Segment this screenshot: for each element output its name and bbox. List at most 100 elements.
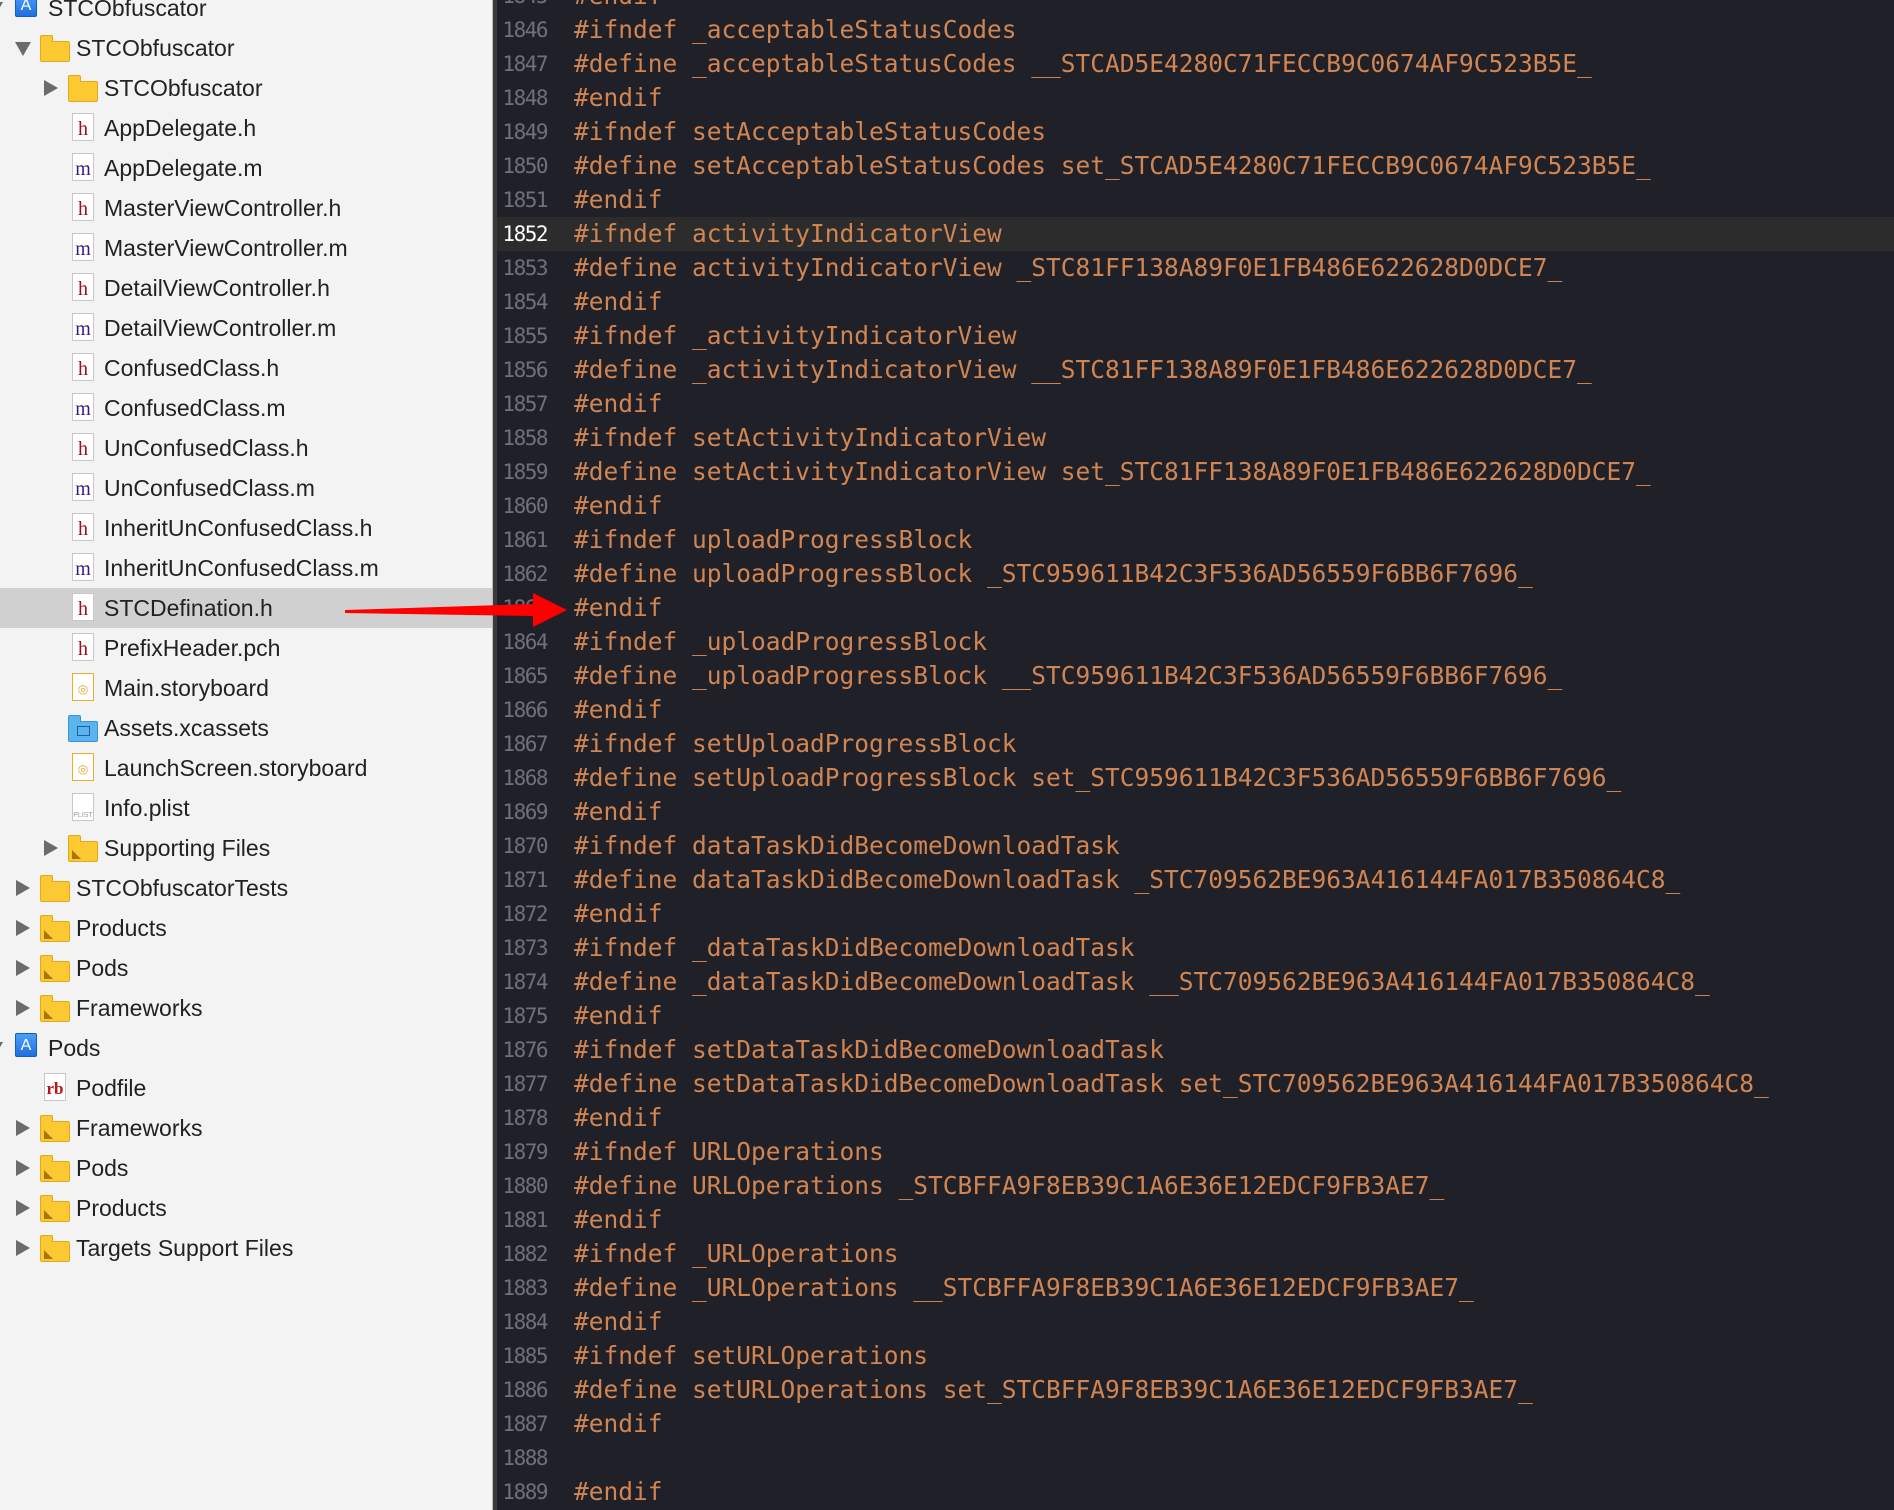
code-text[interactable]: #ifndef _uploadProgressBlock <box>574 625 987 659</box>
code-line[interactable]: 1879 #ifndef URLOperations <box>497 1135 1894 1169</box>
code-text[interactable]: #define _dataTaskDidBecomeDownloadTask _… <box>574 965 1710 999</box>
disclosure-collapsed-icon[interactable] <box>44 80 58 96</box>
navigator-item[interactable]: Pods <box>0 1148 492 1188</box>
code-line[interactable]: 1855 #ifndef _activityIndicatorView <box>497 319 1894 353</box>
navigator-item[interactable]: Targets Support Files <box>0 1228 492 1268</box>
code-text[interactable]: #endif <box>574 999 663 1033</box>
code-text[interactable]: #ifndef _activityIndicatorView <box>574 319 1017 353</box>
code-text[interactable]: #endif <box>574 591 663 625</box>
code-text[interactable]: #define setActivityIndicatorView set_STC… <box>574 455 1651 489</box>
code-line[interactable]: 1857 #endif <box>497 387 1894 421</box>
code-text[interactable]: #endif <box>574 1203 663 1237</box>
navigator-item[interactable]: h UnConfusedClass.h <box>0 428 492 468</box>
code-line[interactable]: 1881 #endif <box>497 1203 1894 1237</box>
code-text[interactable]: #define dataTaskDidBecomeDownloadTask _S… <box>574 863 1680 897</box>
code-line[interactable]: 1866 #endif <box>497 693 1894 727</box>
code-text[interactable]: #endif <box>574 1101 663 1135</box>
code-text[interactable]: #define setAcceptableStatusCodes set_STC… <box>574 149 1651 183</box>
code-line[interactable]: 1848 #endif <box>497 81 1894 115</box>
code-line[interactable]: 1865 #define _uploadProgressBlock __STC95… <box>497 659 1894 693</box>
code-line[interactable]: 1869 #endif <box>497 795 1894 829</box>
code-text[interactable]: #endif <box>574 183 663 217</box>
code-text[interactable]: #define _acceptableStatusCodes __STCAD5E… <box>574 47 1592 81</box>
code-line[interactable]: 1861 #ifndef uploadProgressBlock <box>497 523 1894 557</box>
code-text[interactable]: #endif <box>574 897 663 931</box>
code-text[interactable]: #ifndef setUploadProgressBlock <box>574 727 1017 761</box>
code-text[interactable]: #ifndef uploadProgressBlock <box>574 523 972 557</box>
navigator-item[interactable]: STCObfuscator <box>0 68 492 108</box>
code-line[interactable]: 1877 #define setDataTaskDidBecomeDownload… <box>497 1067 1894 1101</box>
code-text[interactable]: #ifndef setActivityIndicatorView <box>574 421 1046 455</box>
navigator-item[interactable]: h ConfusedClass.h <box>0 348 492 388</box>
code-line[interactable]: 1860 #endif <box>497 489 1894 523</box>
navigator-item[interactable]: Supporting Files <box>0 828 492 868</box>
code-text[interactable]: #ifndef activityIndicatorView <box>574 217 1002 251</box>
code-line[interactable]: 1870 #ifndef dataTaskDidBecomeDownloadTas… <box>497 829 1894 863</box>
code-text[interactable]: #define _uploadProgressBlock __STC959611… <box>574 659 1562 693</box>
code-line[interactable]: 1885 #ifndef setURLOperations <box>497 1339 1894 1373</box>
code-text[interactable]: #endif <box>574 693 663 727</box>
code-line[interactable]: 1873 #ifndef _dataTaskDidBecomeDownloadTa… <box>497 931 1894 965</box>
code-line[interactable]: 1882 #ifndef _URLOperations <box>497 1237 1894 1271</box>
code-text[interactable]: #define activityIndicatorView _STC81FF13… <box>574 251 1562 285</box>
navigator-item[interactable]: A STCObfuscator <box>0 0 492 28</box>
code-text[interactable]: #endif <box>574 285 663 319</box>
code-line[interactable]: 1846 #ifndef _acceptableStatusCodes <box>497 13 1894 47</box>
code-line[interactable]: 1849 #ifndef setAcceptableStatusCodes <box>497 115 1894 149</box>
code-text[interactable]: #endif <box>574 1407 663 1441</box>
code-line[interactable]: 1871 #define dataTaskDidBecomeDownloadTas… <box>497 863 1894 897</box>
disclosure-expanded-icon[interactable] <box>0 2 3 16</box>
code-text[interactable]: #endif <box>574 387 663 421</box>
disclosure-expanded-icon[interactable] <box>15 42 31 56</box>
code-text[interactable]: #endif <box>574 81 663 115</box>
code-line[interactable]: 1883 #define _URLOperations __STCBFFA9F8E… <box>497 1271 1894 1305</box>
code-text[interactable]: #ifndef URLOperations <box>574 1135 884 1169</box>
code-text[interactable]: #define setDataTaskDidBecomeDownloadTask… <box>574 1067 1769 1101</box>
code-text[interactable]: #define _URLOperations __STCBFFA9F8EB39C… <box>574 1271 1474 1305</box>
navigator-item[interactable]: m ConfusedClass.m <box>0 388 492 428</box>
code-text[interactable]: #ifndef setURLOperations <box>574 1339 928 1373</box>
code-line[interactable]: 1888 <box>497 1441 1894 1475</box>
code-text[interactable]: #ifndef _acceptableStatusCodes <box>574 13 1017 47</box>
disclosure-collapsed-icon[interactable] <box>44 840 58 856</box>
navigator-item[interactable]: m InheritUnConfusedClass.m <box>0 548 492 588</box>
code-line[interactable]: 1851 #endif <box>497 183 1894 217</box>
code-text[interactable]: #ifndef setDataTaskDidBecomeDownloadTask <box>574 1033 1164 1067</box>
navigator-item[interactable]: Pods <box>0 948 492 988</box>
disclosure-expanded-icon[interactable] <box>0 1042 3 1056</box>
code-line[interactable]: 1887 #endif <box>497 1407 1894 1441</box>
navigator-item[interactable]: m MasterViewController.m <box>0 228 492 268</box>
disclosure-collapsed-icon[interactable] <box>16 920 30 936</box>
code-line[interactable]: 1847 #define _acceptableStatusCodes __STC… <box>497 47 1894 81</box>
code-line[interactable]: 1878 #endif <box>497 1101 1894 1135</box>
code-line[interactable]: 1876 #ifndef setDataTaskDidBecomeDownload… <box>497 1033 1894 1067</box>
code-line[interactable]: 1863#endif <box>497 591 1894 625</box>
code-line[interactable]: 1852 #ifndef activityIndicatorView <box>497 217 1894 251</box>
code-text[interactable]: #ifndef _dataTaskDidBecomeDownloadTask <box>574 931 1135 965</box>
code-line[interactable]: 1858 #ifndef setActivityIndicatorView <box>497 421 1894 455</box>
navigator-item[interactable]: m UnConfusedClass.m <box>0 468 492 508</box>
code-text[interactable]: #endif <box>574 1305 663 1339</box>
code-text[interactable]: #endif <box>574 0 663 13</box>
code-line[interactable]: 1875 #endif <box>497 999 1894 1033</box>
code-line[interactable]: 1845 #endif <box>497 0 1894 13</box>
code-text[interactable]: #ifndef _URLOperations <box>574 1237 899 1271</box>
code-line[interactable]: 1864 #ifndef _uploadProgressBlock <box>497 625 1894 659</box>
code-line[interactable]: 1862 #define uploadProgressBlock _STC9596… <box>497 557 1894 591</box>
navigator-item[interactable]: h DetailViewController.h <box>0 268 492 308</box>
code-text[interactable]: #ifndef dataTaskDidBecomeDownloadTask <box>574 829 1120 863</box>
code-text[interactable]: #define _activityIndicatorView __STC81FF… <box>574 353 1592 387</box>
code-text[interactable]: #define uploadProgressBlock _STC959611B4… <box>574 557 1533 591</box>
code-line[interactable]: 1884 #endif <box>497 1305 1894 1339</box>
code-line[interactable]: 1850 #define setAcceptableStatusCodes set… <box>497 149 1894 183</box>
navigator-item[interactable]: Products <box>0 908 492 948</box>
navigator-item[interactable]: Products <box>0 1188 492 1228</box>
navigator-item[interactable]: h InheritUnConfusedClass.h <box>0 508 492 548</box>
navigator-item[interactable]: h PrefixHeader.pch <box>0 628 492 668</box>
code-text[interactable]: #endif <box>574 795 663 829</box>
code-line[interactable]: 1889 #endif <box>497 1475 1894 1509</box>
navigator-item[interactable]: PLIST Info.plist <box>0 788 492 828</box>
code-line[interactable]: 1874 #define _dataTaskDidBecomeDownloadTa… <box>497 965 1894 999</box>
code-text[interactable]: #define setURLOperations set_STCBFFA9F8E… <box>574 1373 1533 1407</box>
source-editor[interactable]: 1845 #endif 1846 #ifndef _acceptableStatusC… <box>497 0 1894 1510</box>
